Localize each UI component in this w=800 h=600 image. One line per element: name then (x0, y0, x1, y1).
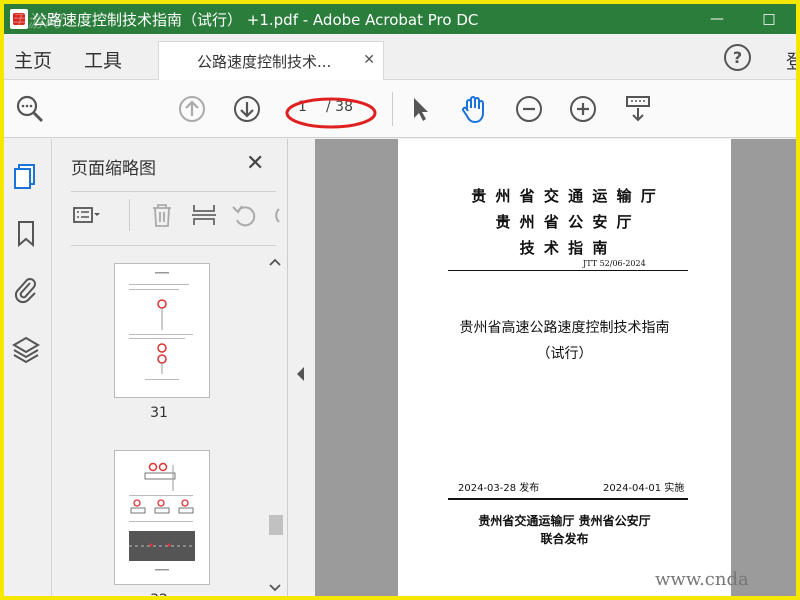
thumbnail-label-31: 31 (150, 405, 168, 421)
title-bar: 公路速度控制技术指南（试行） +1.pdf - Adobe Acrobat Pr… (4, 4, 796, 34)
tab-document-label: 公路速度控制技术... (197, 53, 332, 71)
doc-issuer: 贵州省交通运输厅 贵州省公安厅 (478, 514, 651, 528)
close-panel-icon[interactable]: ✕ (246, 151, 264, 176)
thumbnail-label-32: 32 (52, 592, 266, 596)
options-menu-icon[interactable] (72, 201, 100, 229)
red-annotation-circle (285, 97, 377, 129)
panel-toolbar-divider (71, 245, 276, 246)
page-thumbnails-panel: 页面缩略图 ✕ 31 (52, 139, 288, 596)
page-thumbnail-32[interactable] (114, 450, 210, 585)
acrobat-window: 公路速度控制技术指南（试行） +1.pdf - Adobe Acrobat Pr… (4, 4, 796, 596)
thumbnail-scrollbar[interactable] (266, 253, 284, 596)
doc-subtitle: （试行） (536, 346, 593, 362)
select-cursor-icon[interactable] (404, 93, 436, 125)
page-thumbnails-icon[interactable] (11, 161, 41, 191)
panel-tools-divider (129, 199, 130, 231)
scroll-down-icon[interactable] (269, 583, 281, 593)
doc-main-title: 贵州省高速公路速度控制技术指南 (459, 320, 670, 336)
zoom-in-icon[interactable] (567, 93, 599, 125)
next-page-icon[interactable] (231, 93, 263, 125)
doc-publish-date: 2024-03-28 发布 (458, 483, 540, 494)
search-zoom-icon[interactable] (14, 93, 46, 125)
minimize-button[interactable]: — (702, 7, 732, 31)
zoom-out-icon[interactable] (513, 93, 545, 125)
maximize-button[interactable]: □ (754, 7, 784, 31)
bookmarks-icon[interactable] (11, 218, 41, 248)
left-navigation-rail (4, 139, 52, 596)
panel-divider (71, 191, 276, 192)
help-icon[interactable]: ? (724, 44, 751, 71)
doc-header-line2: 贵 州 省 公 安 厅 (495, 213, 634, 231)
doc-header-line3: 技 术 指 南 (519, 239, 610, 257)
collapse-arrow-icon[interactable] (297, 367, 304, 381)
layers-icon[interactable] (11, 334, 41, 364)
thumbnail-31-preview (129, 272, 193, 380)
rotate-clockwise-icon[interactable] (270, 201, 280, 229)
site-watermark-text: www.cnda (655, 569, 749, 590)
thumbnail-list: 31 (52, 253, 266, 596)
tab-document[interactable]: 公路速度控制技术... ✕ (158, 41, 384, 80)
doc-joint-issue: 联合发布 (540, 532, 589, 546)
extract-page-icon[interactable] (190, 201, 218, 229)
doc-effective-date: 2024-04-01 实施 (603, 483, 685, 494)
signin-link[interactable]: 登 (786, 47, 796, 74)
doc-footer-rule (448, 498, 688, 500)
hand-tool-icon[interactable] (458, 93, 490, 125)
collapse-panel-handle[interactable] (288, 139, 315, 596)
scroll-up-icon[interactable] (269, 257, 281, 267)
toolbar-divider (392, 92, 393, 126)
pdf-page: 贵 州 省 交 通 运 输 厅 贵 州 省 公 安 厅 技 术 指 南 JTT … (398, 139, 731, 596)
window-title: 公路速度控制技术指南（试行） +1.pdf - Adobe Acrobat Pr… (32, 11, 479, 29)
delete-page-icon[interactable] (148, 201, 176, 229)
site-watermark-logo: 手游网 (10, 12, 61, 32)
scroll-mode-icon[interactable] (622, 93, 654, 125)
doc-header-line1: 贵 州 省 交 通 运 输 厅 (471, 187, 658, 205)
document-view[interactable]: 贵 州 省 交 通 运 输 厅 贵 州 省 公 安 厅 技 术 指 南 JTT … (315, 139, 796, 596)
tab-tools[interactable]: 工具 (84, 46, 122, 73)
page-thumbnail-31[interactable] (114, 263, 210, 398)
thumbnail-32-preview (129, 462, 195, 571)
panel-title: 页面缩略图 (71, 159, 156, 179)
previous-page-icon[interactable] (176, 93, 208, 125)
scrollbar-thumb[interactable] (269, 515, 283, 535)
tab-home[interactable]: 主页 (14, 46, 52, 73)
toolbar: 1 / 38 (4, 80, 796, 138)
close-tab-icon[interactable]: ✕ (363, 52, 375, 68)
attachments-icon[interactable] (11, 275, 41, 305)
rotate-counterclockwise-icon[interactable] (230, 201, 258, 229)
tab-bar: 主页 工具 公路速度控制技术... ✕ ? 登 (4, 34, 796, 80)
doc-code: JTT 52/06-2024 (583, 259, 646, 268)
doc-header-rule (448, 270, 688, 271)
